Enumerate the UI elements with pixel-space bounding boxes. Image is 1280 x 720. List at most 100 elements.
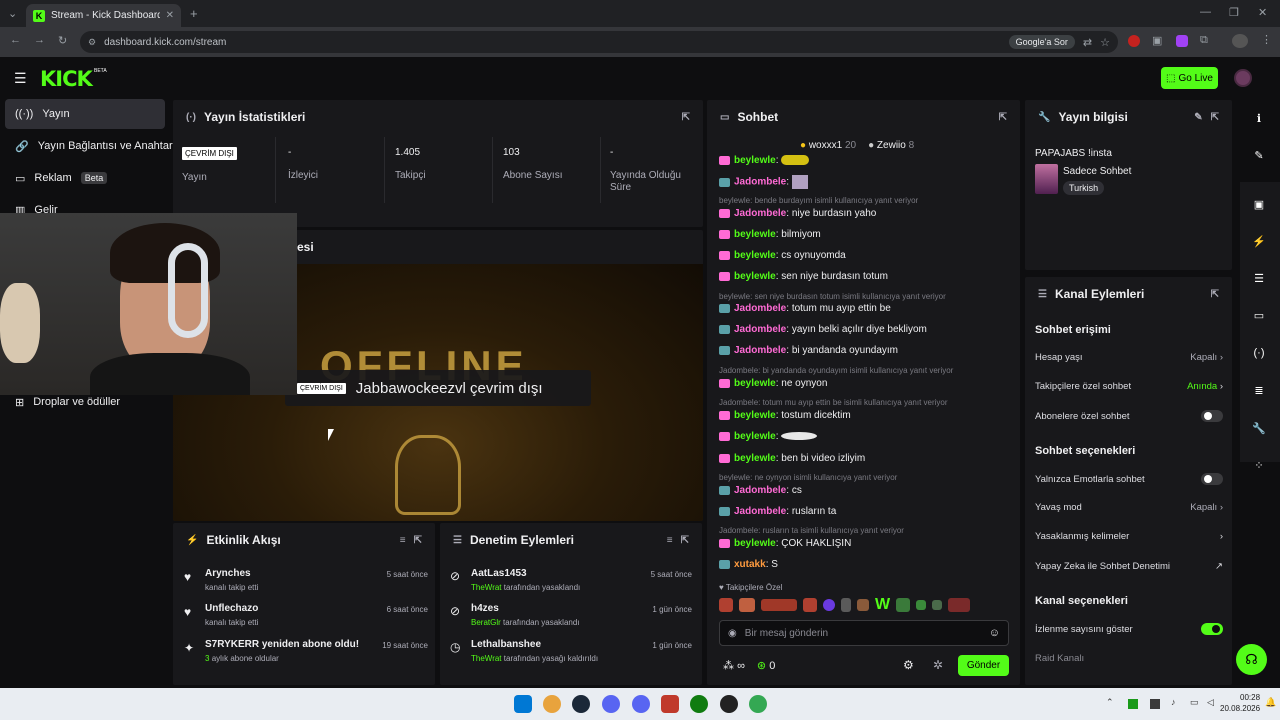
chrome-icon[interactable] bbox=[543, 695, 561, 713]
edit-pencil-icon[interactable]: ✎ bbox=[1194, 112, 1202, 123]
emote-icon[interactable] bbox=[761, 599, 797, 611]
network-icon[interactable]: ▭ bbox=[1190, 697, 1199, 708]
site-info-icon[interactable]: ⚙ bbox=[88, 37, 96, 48]
emote-icon[interactable] bbox=[719, 598, 733, 612]
chat-username[interactable]: beylewle bbox=[734, 155, 776, 166]
toggle-switch[interactable] bbox=[1201, 623, 1223, 635]
mod-tools-icon[interactable]: ✲ bbox=[933, 658, 943, 672]
setting-account-age[interactable]: Hesap yaşı Kapalı › bbox=[1035, 352, 1223, 363]
settings-gear-icon[interactable]: ⚙ bbox=[903, 658, 914, 672]
chrome-icon[interactable] bbox=[749, 695, 767, 713]
steam-icon[interactable] bbox=[572, 695, 590, 713]
supporter-name[interactable]: woxxx1 bbox=[809, 140, 842, 151]
setting-followers-only[interactable]: Takipçilere özel sohbet Anında › bbox=[1035, 381, 1223, 392]
reload-icon[interactable]: ↻ bbox=[58, 34, 67, 47]
microphone-icon[interactable]: ♪ bbox=[1171, 697, 1176, 707]
volume-icon[interactable]: ◁ bbox=[1207, 697, 1214, 708]
extension-icon[interactable] bbox=[1176, 35, 1188, 47]
profile-avatar[interactable] bbox=[1232, 34, 1248, 48]
nav-item-reklam[interactable]: ▭ Reklam Beta bbox=[5, 163, 165, 193]
new-tab-icon[interactable]: + bbox=[190, 6, 198, 21]
chat-username[interactable]: Jadombele bbox=[734, 208, 786, 219]
emote-icon[interactable] bbox=[896, 598, 911, 612]
filter-icon[interactable]: ≡ bbox=[667, 535, 673, 546]
chat-username[interactable]: beylewle bbox=[734, 229, 776, 240]
popout-icon[interactable]: ⇱ bbox=[1211, 289, 1219, 300]
send-button[interactable]: Gönder bbox=[958, 655, 1009, 676]
hamburger-menu-icon[interactable]: ☰ bbox=[14, 70, 27, 87]
tray-app-icon[interactable] bbox=[1150, 699, 1160, 709]
chat-username[interactable]: beylewle bbox=[734, 538, 776, 549]
chat-username[interactable]: Jadombele bbox=[734, 303, 786, 314]
stream-icon[interactable]: (·) bbox=[1247, 341, 1271, 365]
emoji-icon[interactable]: ☺ bbox=[989, 627, 1000, 639]
discord-icon[interactable] bbox=[602, 695, 620, 713]
taskbar-clock[interactable]: 00:28 20.08.2026 bbox=[1220, 692, 1260, 714]
extension-icon[interactable] bbox=[1128, 35, 1140, 47]
close-window-icon[interactable]: ✕ bbox=[1258, 6, 1267, 19]
chat-username[interactable]: Jadombele bbox=[734, 324, 786, 335]
extension-icon[interactable]: ▣ bbox=[1152, 34, 1162, 47]
edit-pencil-icon[interactable]: ✎ bbox=[1247, 143, 1271, 167]
minimize-icon[interactable]: — bbox=[1200, 6, 1211, 18]
popout-icon[interactable]: ⇱ bbox=[1211, 112, 1219, 123]
setting-raid-channel[interactable]: Raid Kanalı bbox=[1035, 653, 1223, 664]
windows-start-icon[interactable] bbox=[514, 695, 532, 713]
go-live-button[interactable]: ⬚ Go Live bbox=[1161, 67, 1218, 89]
chat-input[interactable]: ◉ Bir mesaj gönderin ☺ bbox=[719, 620, 1009, 646]
chat-username[interactable]: beylewle bbox=[734, 431, 776, 442]
close-tab-icon[interactable]: ✕ bbox=[166, 10, 174, 21]
emote-icon[interactable] bbox=[823, 599, 835, 611]
discord-icon[interactable] bbox=[632, 695, 650, 713]
setting-ai-moderation[interactable]: Yapay Zeka ile Sohbet Denetimi ↗ bbox=[1035, 561, 1223, 572]
lightning-icon[interactable]: ⚡ bbox=[1247, 229, 1271, 253]
kick-logo[interactable]: KICK bbox=[40, 67, 93, 91]
setting-banned-words[interactable]: Yasaklanmış kelimeler › bbox=[1035, 531, 1223, 542]
nodes-icon[interactable]: ⁘ bbox=[1247, 453, 1271, 477]
popout-icon[interactable]: ⇱ bbox=[681, 535, 689, 546]
popout-icon[interactable]: ⇱ bbox=[999, 112, 1007, 123]
chat-username[interactable]: beylewle bbox=[734, 250, 776, 261]
maximize-icon[interactable]: ❐ bbox=[1229, 6, 1239, 19]
popout-icon[interactable]: ⇱ bbox=[414, 535, 422, 546]
chat-username[interactable]: beylewle bbox=[734, 453, 776, 464]
emote-icon[interactable]: W bbox=[875, 596, 890, 614]
chat-bubble-icon[interactable]: ▭ bbox=[1247, 303, 1271, 327]
popout-icon[interactable]: ⇱ bbox=[682, 112, 690, 123]
chat-username[interactable]: beylewle bbox=[734, 271, 776, 282]
chat-username[interactable]: beylewle bbox=[734, 378, 776, 389]
emote-icon[interactable] bbox=[841, 598, 851, 612]
moderation-icon[interactable]: ≣ bbox=[1247, 378, 1271, 402]
filter-icon[interactable]: ≡ bbox=[400, 535, 406, 546]
emote-icon[interactable] bbox=[803, 598, 817, 612]
back-icon[interactable]: ← bbox=[10, 34, 21, 46]
support-headset-icon[interactable]: ☊ bbox=[1236, 644, 1267, 675]
forward-icon[interactable]: → bbox=[34, 34, 45, 46]
emote-icon[interactable] bbox=[932, 600, 943, 610]
xbox-icon[interactable] bbox=[690, 695, 708, 713]
notification-bell-icon[interactable]: 🔔 bbox=[1265, 697, 1276, 708]
setting-slow-mode[interactable]: Yavaş mod Kapalı › bbox=[1035, 502, 1223, 513]
translate-icon[interactable]: ⇄ bbox=[1083, 36, 1092, 49]
emote-icon[interactable] bbox=[739, 598, 755, 612]
chat-username[interactable]: Jadombele bbox=[734, 506, 786, 517]
menu-dots-icon[interactable]: ⋮ bbox=[1261, 33, 1272, 46]
supporter-name[interactable]: Zewiio bbox=[877, 140, 906, 151]
url-field[interactable]: ⚙ dashboard.kick.com/stream Google'a Sor… bbox=[80, 31, 1118, 53]
chat-username[interactable]: Jadombele bbox=[734, 345, 786, 356]
chat-username[interactable]: xutakk bbox=[734, 559, 766, 570]
chat-username[interactable]: beylewle bbox=[734, 410, 776, 421]
nav-item-yayin[interactable]: ((·)) Yayın bbox=[5, 99, 165, 129]
tab-search-icon[interactable]: ⌄ bbox=[8, 7, 17, 20]
google-sor-button[interactable]: Google'a Sor bbox=[1008, 35, 1075, 49]
emote-icon[interactable] bbox=[948, 598, 971, 612]
category-name[interactable]: Sadece Sohbet bbox=[1063, 166, 1131, 177]
bookmark-star-icon[interactable]: ☆ bbox=[1100, 36, 1110, 49]
extensions-puzzle-icon[interactable]: ⧉ bbox=[1200, 34, 1208, 47]
toggle-switch[interactable] bbox=[1201, 473, 1223, 485]
info-icon[interactable]: ℹ bbox=[1247, 106, 1271, 130]
chat-username[interactable]: Jadombele bbox=[734, 177, 786, 188]
tray-chevron-icon[interactable]: ⌃ bbox=[1106, 697, 1114, 708]
wrench-icon[interactable]: 🔧 bbox=[1247, 416, 1271, 440]
toggle-switch[interactable] bbox=[1201, 410, 1223, 422]
